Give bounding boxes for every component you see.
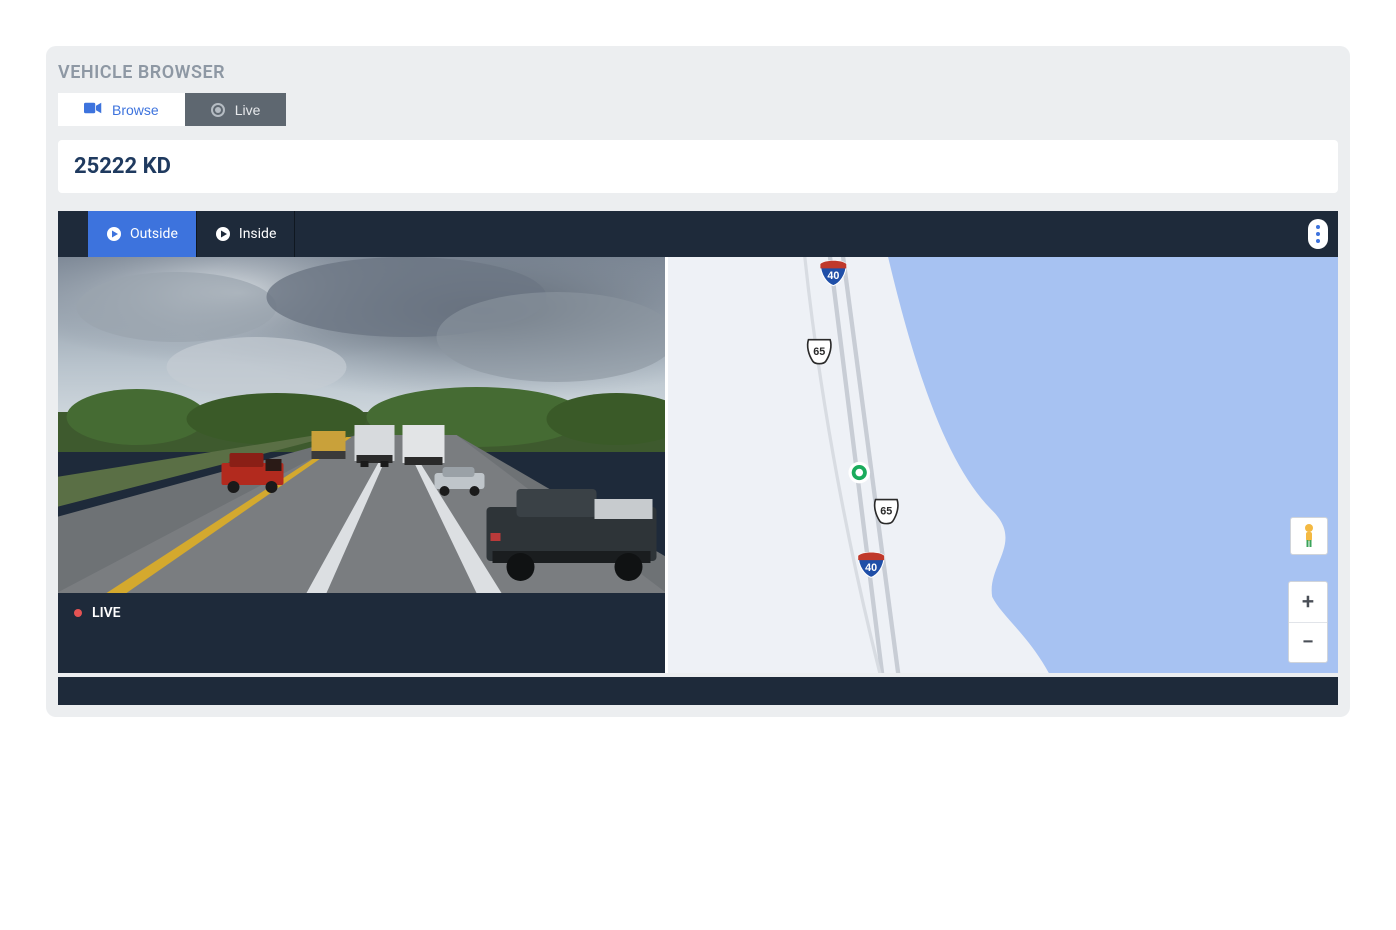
dashcam-video-frame[interactable] [58,257,665,593]
video-player: LIVE [58,257,668,673]
browse-tab[interactable]: Browse [58,93,185,126]
streetview-pegman-button[interactable] [1290,517,1328,555]
more-options-button[interactable] [1308,219,1328,249]
live-dot-icon [74,609,82,617]
inside-view-tab[interactable]: Inside [197,211,296,257]
play-icon [215,226,231,242]
vehicle-id: 25222 KD [58,140,1338,193]
play-icon [106,226,122,242]
zoom-in-button[interactable]: + [1289,582,1327,622]
pegman-icon [1300,523,1318,549]
vehicle-browser-panel: VEHICLE BROWSER Browse Live 25222 KD [46,46,1350,717]
route-shield-number: 65 [880,506,892,518]
panel-title: VEHICLE BROWSER [46,46,1350,93]
inside-view-label: Inside [239,226,277,242]
radio-icon [211,103,225,117]
route-shield-number: 40 [865,562,877,574]
route-shield-number: 40 [827,270,839,282]
map[interactable]: 40 65 65 [668,257,1338,673]
live-tab[interactable]: Live [185,93,287,126]
zoom-out-button[interactable]: − [1289,622,1327,662]
timeline-bar[interactable] [58,677,1338,705]
outside-view-label: Outside [130,226,178,242]
camera-icon [84,101,102,118]
mode-tabs: Browse Live [58,93,1350,126]
zoom-controls: + − [1288,581,1328,663]
outside-view-tab[interactable]: Outside [88,211,197,257]
browse-tab-label: Browse [112,102,159,118]
video-map-region: Outside Inside [58,211,1338,705]
live-indicator: LIVE [58,593,665,633]
live-label: LIVE [92,605,121,621]
live-tab-label: Live [235,102,261,118]
view-tabs-bar: Outside Inside [58,211,1338,257]
route-shield-number: 65 [813,346,825,358]
